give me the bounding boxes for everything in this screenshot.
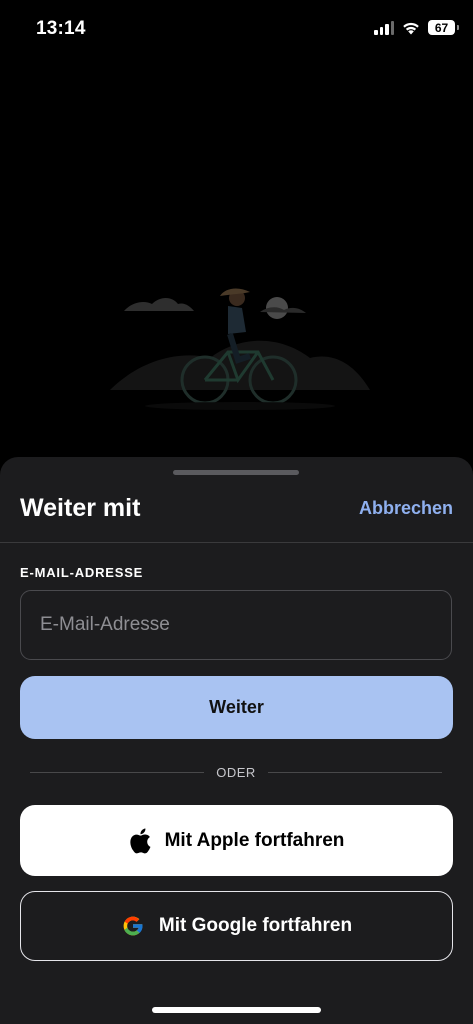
apple-icon (129, 828, 151, 854)
or-line-right (267, 771, 442, 773)
sheet-grabber[interactable] (173, 470, 299, 475)
home-indicator (152, 1007, 321, 1013)
email-input[interactable] (20, 590, 452, 660)
google-signin-label: Mit Google fortfahren (158, 915, 353, 936)
or-label: ODER (216, 764, 256, 780)
header-divider (0, 542, 473, 543)
google-icon (121, 914, 145, 938)
continue-button[interactable]: Weiter (20, 676, 453, 739)
status-bar: 13:14 67 (0, 0, 473, 56)
cyclist-illustration (110, 280, 370, 415)
cancel-button[interactable]: Abbrechen (359, 498, 453, 519)
or-separator: ODER (30, 763, 442, 781)
google-signin-button[interactable]: Mit Google fortfahren (20, 891, 453, 961)
signal-icon (374, 20, 394, 35)
apple-signin-button[interactable]: Mit Apple fortfahren (20, 805, 453, 876)
or-line-left (30, 771, 205, 773)
battery-level: 67 (434, 20, 449, 35)
wifi-icon (402, 21, 420, 35)
continue-with-sheet: Weiter mit Abbrechen E-MAIL-ADRESSE Weit… (0, 457, 473, 1024)
email-label: E-MAIL-ADRESSE (20, 565, 144, 580)
apple-signin-label: Mit Apple fortfahren (164, 829, 345, 851)
sheet-title: Weiter mit (20, 494, 141, 522)
status-time: 13:14 (36, 18, 86, 39)
battery-icon: 67 (428, 20, 459, 35)
status-icons: 67 (374, 20, 459, 35)
